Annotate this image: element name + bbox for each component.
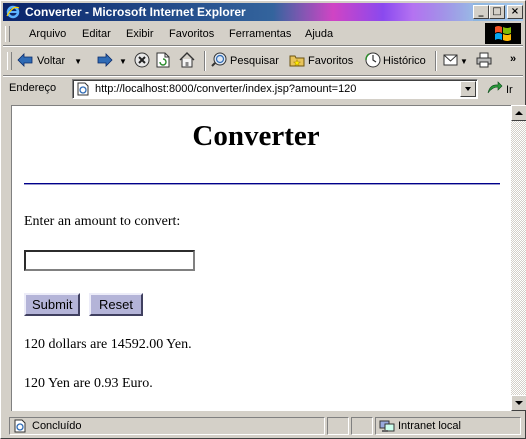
- forward-dropdown-icon[interactable]: ▼: [119, 57, 127, 66]
- close-button[interactable]: ×: [507, 5, 523, 19]
- chevron-down-icon: [465, 87, 471, 91]
- status-pane-empty-1: [327, 417, 349, 435]
- stop-button[interactable]: [134, 51, 150, 71]
- favorites-label: Favoritos: [308, 55, 354, 67]
- chevron-up-icon: [515, 111, 523, 115]
- page-viewport: Converter Enter an amount to convert: Su…: [11, 105, 511, 411]
- forward-arrow-icon: [97, 52, 113, 70]
- refresh-page-icon: [156, 52, 170, 71]
- menu-ajuda[interactable]: Ajuda: [305, 28, 333, 40]
- menu-arquivo[interactable]: Arquivo: [29, 28, 66, 40]
- mail-dropdown-icon[interactable]: ▼: [460, 57, 468, 66]
- menu-favoritos[interactable]: Favoritos: [169, 28, 214, 40]
- mail-envelope-icon: [443, 53, 459, 70]
- back-button[interactable]: Voltar ▼: [17, 51, 82, 71]
- result-yen-to-euro: 120 Yen are 0.93 Euro.: [24, 376, 153, 391]
- windows-logo: [485, 23, 521, 44]
- home-button[interactable]: [179, 51, 195, 71]
- print-button[interactable]: [476, 51, 492, 71]
- menu-exibir[interactable]: Exibir: [126, 28, 154, 40]
- mail-button[interactable]: ▼: [443, 51, 468, 71]
- title-bar[interactable]: Converter - Microsoft Internet Explorer …: [3, 3, 523, 21]
- scroll-down-button[interactable]: [511, 395, 526, 411]
- address-field[interactable]: http://localhost:8000/converter/index.js…: [72, 79, 478, 99]
- status-bar: Concluído Intranet local: [3, 415, 523, 436]
- favorites-folder-icon: [289, 53, 305, 70]
- home-icon: [179, 51, 195, 71]
- status-text-pane: Concluído: [9, 417, 325, 435]
- printer-icon: [476, 52, 492, 71]
- back-dropdown-icon[interactable]: ▼: [74, 57, 82, 66]
- favorites-button[interactable]: Favoritos: [289, 51, 353, 71]
- status-pane-empty-2: [351, 417, 373, 435]
- go-arrow-icon: [487, 81, 503, 98]
- page-heading: Converter: [192, 120, 320, 152]
- amount-input[interactable]: [24, 250, 195, 271]
- toolbar-separator-2: [435, 51, 437, 71]
- status-page-icon: [13, 419, 27, 436]
- address-url[interactable]: http://localhost:8000/converter/index.js…: [95, 83, 356, 95]
- amount-prompt: Enter an amount to convert:: [24, 214, 181, 229]
- intranet-zone-icon: [379, 419, 395, 436]
- scroll-up-button[interactable]: [511, 105, 526, 121]
- minimize-button[interactable]: _: [473, 5, 489, 19]
- back-arrow-icon: [17, 52, 33, 70]
- status-zone-label: Intranet local: [398, 420, 461, 432]
- standard-toolbar: Voltar ▼ ▼ Pesquisar Favoritos Histórico…: [3, 47, 523, 75]
- vertical-scrollbar[interactable]: [511, 105, 526, 411]
- stop-icon: [134, 52, 150, 71]
- result-dollars-to-yen: 120 dollars are 14592.00 Yen.: [24, 337, 192, 352]
- horizontal-rule: [24, 183, 500, 185]
- search-label: Pesquisar: [230, 55, 279, 67]
- search-icon: [211, 52, 227, 71]
- address-bar: Endereço http://localhost:8000/converter…: [3, 77, 523, 101]
- status-zone-pane[interactable]: Intranet local: [375, 417, 521, 435]
- address-label: Endereço: [9, 82, 57, 94]
- menu-editar[interactable]: Editar: [82, 28, 111, 40]
- menu-bar-grip[interactable]: [5, 26, 10, 42]
- toolbar-separator: [204, 51, 206, 71]
- window-title: Converter - Microsoft Internet Explorer: [25, 5, 246, 19]
- menu-bar: Arquivo Editar Exibir Favoritos Ferramen…: [3, 23, 523, 45]
- submit-button[interactable]: Submit: [24, 293, 80, 316]
- reset-button[interactable]: Reset: [89, 293, 143, 316]
- page-icon: [76, 82, 90, 99]
- chevron-down-icon: [515, 401, 523, 405]
- search-button[interactable]: Pesquisar: [211, 51, 279, 71]
- history-label: Histórico: [383, 55, 426, 67]
- history-clock-icon: [365, 52, 381, 71]
- forward-button[interactable]: ▼: [97, 51, 127, 71]
- browser-window: Converter - Microsoft Internet Explorer …: [0, 0, 526, 439]
- go-label: Ir: [506, 83, 513, 96]
- history-button[interactable]: Histórico: [365, 51, 426, 71]
- maximize-button[interactable]: □: [489, 5, 505, 19]
- back-label: Voltar: [37, 55, 66, 67]
- toolbar-grip[interactable]: [7, 52, 12, 70]
- menu-ferramentas[interactable]: Ferramentas: [229, 28, 291, 40]
- refresh-button[interactable]: [156, 51, 170, 71]
- title-bar-decoration: [273, 3, 473, 21]
- go-button[interactable]: Ir: [487, 81, 513, 98]
- toolbar-chevron[interactable]: »: [510, 49, 516, 69]
- status-text: Concluído: [32, 420, 82, 432]
- internet-explorer-icon: [6, 5, 20, 19]
- address-dropdown-button[interactable]: [460, 81, 476, 97]
